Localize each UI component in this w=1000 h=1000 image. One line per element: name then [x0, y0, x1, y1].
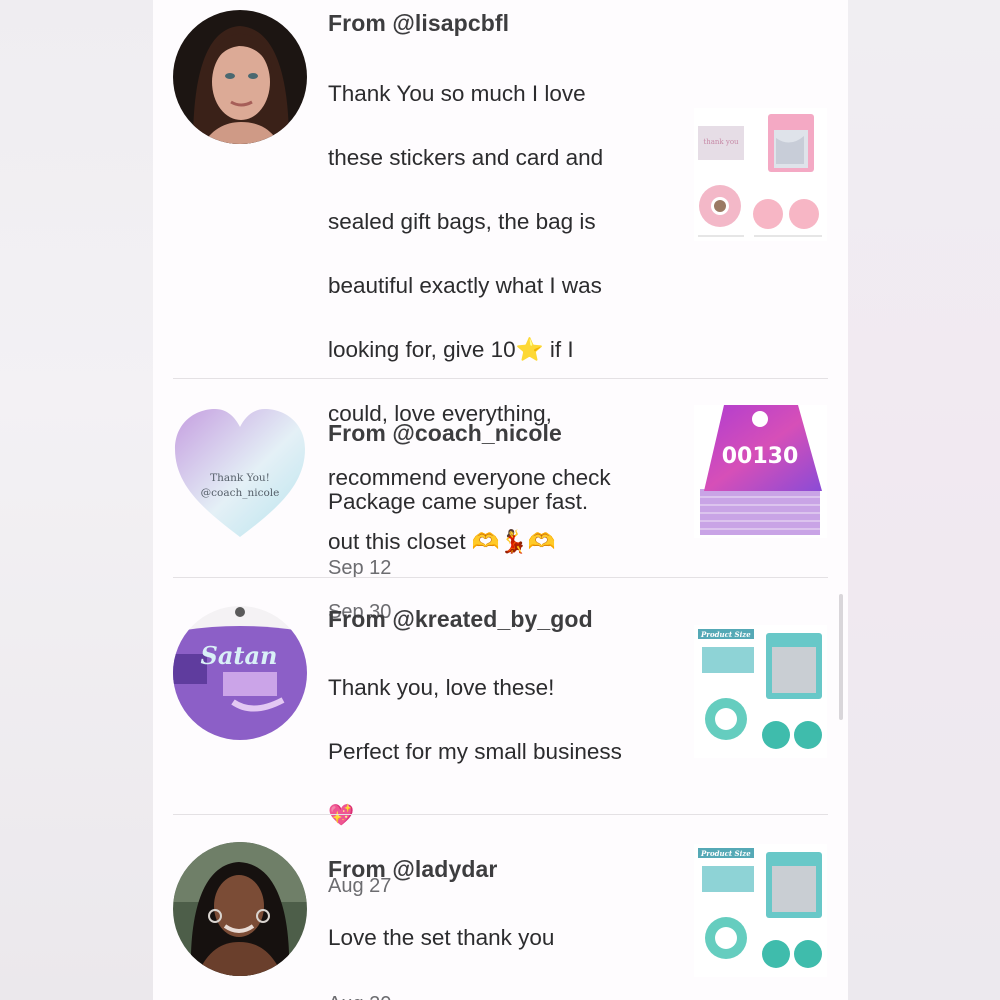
review-text: From @ladydar Love the set thank you Aug… — [328, 854, 673, 1000]
reviews-panel: From @lisapcbfl Thank You so much I love… — [153, 0, 848, 1000]
sticker-kit-product-icon[interactable]: thank you — [694, 108, 827, 241]
review-line: Package came super fast. — [328, 489, 589, 514]
heart-thank-you-card-icon[interactable]: Thank You! @coach_nicole — [173, 405, 307, 539]
avatar-handle-text: @coach_nicole — [201, 487, 280, 499]
background-right — [848, 0, 1000, 1000]
reviewer-name[interactable]: From @ladydar — [328, 854, 673, 884]
review-line: 💖 — [328, 804, 355, 827]
product-size-text: Product Size — [700, 630, 751, 639]
user-photo-icon[interactable] — [173, 10, 307, 144]
review-text: From @coach_nicole Package came super fa… — [328, 418, 673, 582]
teal-sticker-kit-icon[interactable]: Product Size — [694, 625, 827, 758]
review-message: Love the set thank you — [328, 890, 673, 986]
review-line: Perfect for my small business — [328, 739, 622, 764]
teal-sticker-kit-icon[interactable]: Product Size — [694, 844, 827, 977]
user-photo-icon[interactable] — [173, 842, 307, 976]
tag-number-text: 00130 — [722, 444, 799, 469]
reviewer-name[interactable]: From @kreated_by_god — [328, 604, 673, 634]
background-left — [0, 0, 153, 1000]
review-message: Package came super fast. — [328, 454, 673, 550]
review-message: Thank you, love these! Perfect for my sm… — [328, 640, 673, 864]
svg-text:thank you: thank you — [703, 138, 739, 146]
reviewer-name[interactable]: From @lisapcbfl — [328, 8, 673, 38]
divider — [173, 577, 828, 578]
avatar-thank-you-text: Thank You! — [210, 472, 270, 484]
review-line: Thank You so much I love — [328, 81, 586, 106]
review-date: Aug 20 — [328, 990, 673, 1000]
review-line: Thank you, love these! — [328, 675, 555, 700]
divider — [173, 814, 828, 815]
numbered-hanger-tags-icon[interactable]: 00130 — [694, 405, 827, 538]
divider — [173, 378, 828, 379]
review-line: looking for, give 10⭐ if I — [328, 337, 574, 362]
review-line: sealed gift bags, the bag is — [328, 209, 596, 234]
review-line: beautiful exactly what I was — [328, 273, 602, 298]
product-size-text: Product Size — [700, 849, 751, 858]
review-line: Love the set thank you — [328, 925, 555, 950]
review-line: these stickers and card and — [328, 145, 604, 170]
scrollbar[interactable] — [839, 594, 843, 720]
reviewer-name[interactable]: From @coach_nicole — [328, 418, 673, 448]
label-brand-text: Satan — [201, 641, 278, 670]
product-label-photo-icon[interactable]: Satan — [173, 606, 307, 740]
